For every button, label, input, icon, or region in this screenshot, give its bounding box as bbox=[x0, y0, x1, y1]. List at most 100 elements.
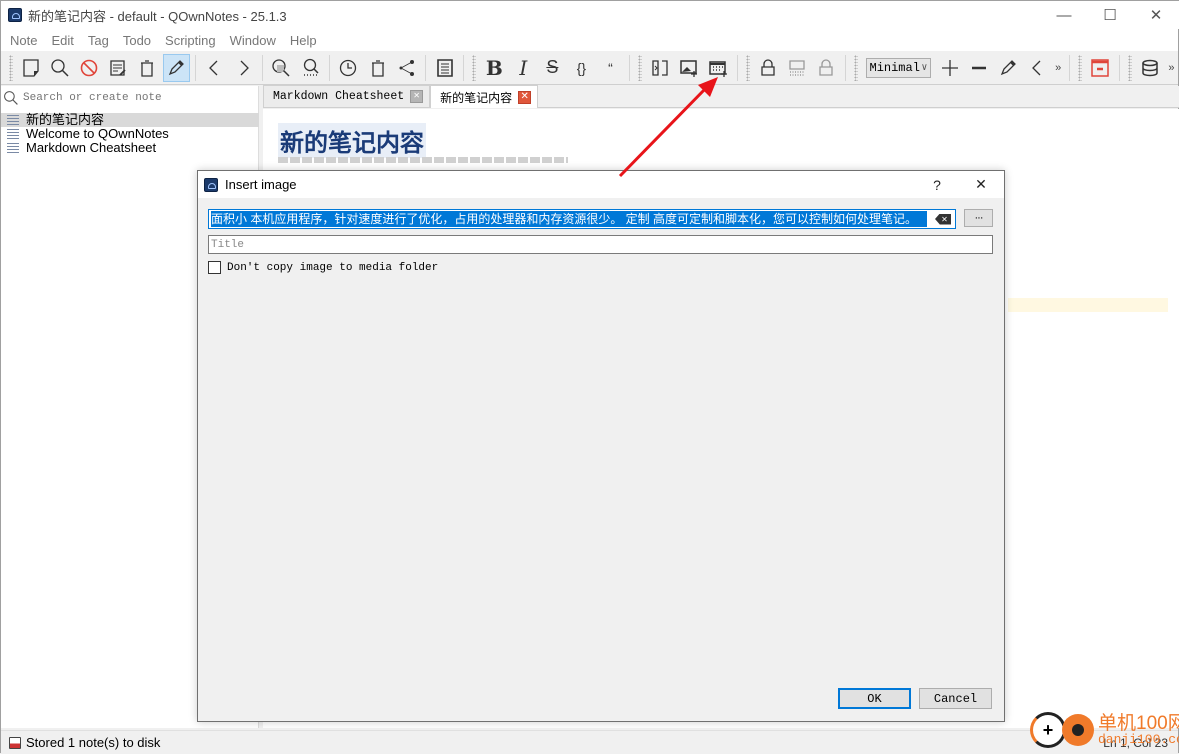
new-note-button[interactable] bbox=[18, 54, 45, 82]
search-input[interactable] bbox=[23, 92, 243, 104]
quote-icon: “ bbox=[608, 59, 613, 76]
browse-button[interactable]: ··· bbox=[964, 209, 993, 227]
edit-mode-button[interactable] bbox=[162, 53, 191, 82]
italic-button[interactable]: I bbox=[510, 54, 537, 82]
image-path-value: 面积小 本机应用程序，针对速度进行了优化，占用的处理器和内存资源很少。 定制 高… bbox=[211, 211, 927, 227]
status-bar: Stored 1 note(s) to disk Ln 1, Col 23 bbox=[1, 730, 1178, 754]
distraction-free-button[interactable] bbox=[1087, 54, 1114, 82]
app-logo-icon bbox=[204, 177, 218, 192]
database-icon bbox=[1142, 59, 1158, 76]
note-heading: 新的笔记内容 bbox=[278, 123, 426, 158]
image-title-field bbox=[208, 235, 993, 254]
find-in-note-button[interactable] bbox=[268, 54, 295, 82]
toolbar-overflow-button[interactable]: » bbox=[1051, 62, 1065, 74]
rename-workspace-button[interactable] bbox=[994, 54, 1021, 82]
menu-help[interactable]: Help bbox=[283, 33, 324, 48]
toolbar-grip[interactable] bbox=[471, 54, 476, 81]
note-list-item[interactable]: Markdown Cheatsheet bbox=[1, 141, 259, 155]
minimize-icon: — bbox=[1056, 6, 1072, 24]
image-icon bbox=[680, 59, 698, 77]
tab-markdown-cheatsheet[interactable]: Markdown Cheatsheet ✕ bbox=[263, 85, 431, 107]
dont-copy-checkbox[interactable] bbox=[208, 261, 221, 274]
chevron-right-icon bbox=[240, 60, 249, 75]
image-title-input[interactable] bbox=[211, 238, 992, 251]
toolbar-grip[interactable] bbox=[9, 54, 13, 81]
search-icon bbox=[4, 91, 18, 105]
close-icon[interactable]: ✕ bbox=[518, 90, 532, 104]
unlock-icon bbox=[819, 58, 833, 76]
close-button[interactable]: ✕ bbox=[1133, 1, 1179, 29]
trash-button[interactable] bbox=[134, 54, 161, 82]
ok-button[interactable]: OK bbox=[838, 688, 911, 709]
note-list-item[interactable]: Welcome to QOwnNotes bbox=[1, 127, 259, 141]
forward-button[interactable] bbox=[230, 54, 257, 82]
menu-note[interactable]: Note bbox=[3, 33, 44, 48]
status-message: Stored 1 note(s) to disk bbox=[26, 735, 161, 750]
minus-icon bbox=[971, 66, 986, 69]
remove-note-button[interactable] bbox=[76, 54, 103, 82]
split-button[interactable] bbox=[647, 54, 674, 82]
find-all-button[interactable] bbox=[297, 54, 324, 82]
previous-workspace-button[interactable] bbox=[1023, 54, 1050, 82]
toolbar-overflow-button[interactable]: » bbox=[1165, 62, 1179, 74]
strikethrough-button[interactable]: S bbox=[539, 54, 566, 82]
toolbar-grip[interactable] bbox=[853, 54, 858, 81]
dont-copy-option[interactable]: Don't copy image to media folder bbox=[208, 261, 438, 274]
back-button[interactable] bbox=[201, 54, 228, 82]
watermark-record-icon bbox=[1062, 714, 1094, 746]
help-button[interactable]: ? bbox=[926, 171, 948, 198]
note-list-item[interactable]: 新的笔记内容 bbox=[1, 113, 259, 127]
table-of-contents-button[interactable] bbox=[431, 54, 458, 82]
share-button[interactable] bbox=[393, 54, 420, 82]
close-icon[interactable]: ✕ bbox=[410, 90, 424, 103]
search-button[interactable] bbox=[47, 54, 74, 82]
calendar-add-icon bbox=[709, 60, 728, 77]
note-edit-button[interactable] bbox=[105, 54, 132, 82]
toolbar-grip[interactable] bbox=[745, 54, 750, 81]
menu-edit[interactable]: Edit bbox=[44, 33, 80, 48]
menu-tag[interactable]: Tag bbox=[81, 33, 116, 48]
tab-current-note[interactable]: 新的笔记内容 ✕ bbox=[430, 85, 539, 108]
dialog-close-button[interactable]: ✕ bbox=[964, 171, 998, 198]
clear-input-icon[interactable]: ✕ bbox=[935, 213, 951, 225]
note-folders-button[interactable] bbox=[1137, 54, 1164, 82]
add-workspace-button[interactable] bbox=[936, 54, 963, 82]
split-icon bbox=[652, 59, 668, 76]
lock-button[interactable] bbox=[755, 54, 782, 82]
maximize-button[interactable]: ☐ bbox=[1087, 1, 1133, 29]
minimize-button[interactable]: — bbox=[1041, 1, 1087, 29]
toolbar-grip[interactable] bbox=[1127, 54, 1132, 81]
insert-date-button[interactable] bbox=[705, 54, 732, 82]
note-title: Markdown Cheatsheet bbox=[26, 140, 157, 155]
insert-image-button[interactable] bbox=[676, 54, 703, 82]
encrypt-button[interactable] bbox=[784, 54, 811, 82]
unlock-button[interactable] bbox=[813, 54, 840, 82]
remove-workspace-button[interactable] bbox=[965, 54, 992, 82]
title-bar: 新的笔记内容 - default - QOwnNotes - 25.1.3 — bbox=[1, 1, 1178, 29]
image-path-input[interactable]: 面积小 本机应用程序，针对速度进行了优化，占用的处理器和内存资源很少。 定制 高… bbox=[208, 209, 956, 229]
window-minimize-icon bbox=[1091, 58, 1110, 77]
close-icon: ✕ bbox=[1149, 7, 1163, 24]
toolbar-separator bbox=[844, 54, 846, 81]
code-button[interactable]: {} bbox=[568, 54, 595, 82]
toolbar-grip[interactable] bbox=[637, 54, 642, 81]
find-in-note-icon bbox=[272, 58, 291, 77]
quote-button[interactable]: “ bbox=[597, 54, 624, 82]
workspace-select[interactable]: Minimal ∨ bbox=[865, 57, 932, 78]
toolbar-separator bbox=[1118, 54, 1120, 81]
watermark-title: 单机100网 bbox=[1098, 713, 1179, 734]
toolbar-grip[interactable] bbox=[1077, 54, 1082, 81]
cancel-button[interactable]: Cancel bbox=[919, 688, 992, 709]
note-icon bbox=[7, 115, 19, 125]
maximize-icon: ☐ bbox=[1103, 7, 1117, 24]
toolbar-separator bbox=[195, 54, 196, 81]
pencil-icon bbox=[169, 59, 185, 75]
bold-button[interactable]: B bbox=[481, 54, 508, 82]
menu-window[interactable]: Window bbox=[223, 33, 283, 48]
trashed-notes-button[interactable] bbox=[364, 54, 391, 82]
history-button[interactable] bbox=[335, 54, 362, 82]
menu-scripting[interactable]: Scripting bbox=[158, 33, 223, 48]
note-edit-icon bbox=[110, 59, 127, 76]
tab-label: 新的笔记内容 bbox=[440, 90, 513, 105]
menu-todo[interactable]: Todo bbox=[116, 33, 158, 48]
